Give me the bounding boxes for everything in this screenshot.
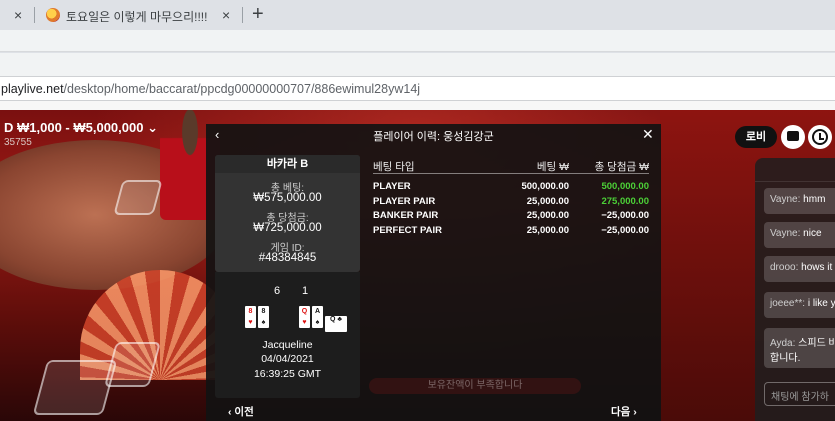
chat-message: joeee**: i like yo [764, 292, 835, 318]
url-text: playlive.net/desktop/home/baccarat/ppcdg… [1, 82, 420, 96]
round-summary: 바카라 B 총 베팅: ₩575,000.00 총 당첨금: ₩725,000.… [215, 155, 360, 272]
chat-message: Vayne: nice [764, 222, 835, 248]
bet-amount: 500,000.00 [521, 181, 569, 192]
new-tab-button[interactable]: + [252, 3, 264, 26]
chat-input[interactable]: 채팅에 참가하 [764, 382, 835, 406]
bet-win: 500,000.00 [601, 181, 649, 192]
table-limits-dropdown[interactable]: D ₩1,000 - ₩5,000,000 ⌄ [4, 120, 158, 136]
table-id: 35755 [4, 137, 32, 148]
table-limits: D ₩1,000 - ₩5,000,000 [4, 120, 144, 135]
history-button[interactable] [808, 125, 832, 149]
history-icon [812, 129, 828, 145]
chat-message: Vayne: hmm [764, 188, 835, 214]
bet-win: 275,000.00 [601, 195, 649, 207]
modal-header: ‹ 플레이어 이력: 웅성김강군 ✕ [206, 124, 661, 146]
banker-third-card: Q ♣ [325, 316, 347, 332]
tab-separator [34, 7, 35, 23]
close-icon[interactable]: ✕ [642, 126, 654, 143]
insufficient-balance-notice: 보유잔액이 부족합니다 [369, 378, 581, 394]
bet-type: PLAYER [373, 181, 411, 192]
col-bet-amount: 베팅 ₩ [536, 161, 569, 173]
player-card: 8 ♠ [258, 306, 269, 328]
bet-amount: 25,000.00 [526, 210, 569, 221]
banker-card: Q ♥ [299, 306, 310, 328]
chevron-right-icon: › [633, 406, 637, 418]
player-history-modal: ‹ 플레이어 이력: 웅성김강군 ✕ 바카라 B 총 베팅: ₩575,000.… [206, 124, 661, 421]
game-id-value: #48384845 [258, 252, 317, 264]
address-bar[interactable]: playlive.net/desktop/home/baccarat/ppcdg… [0, 77, 835, 101]
bet-win: −25,000.00 [601, 210, 649, 221]
round-time: 16:39:25 GMT [253, 368, 322, 380]
chat-message: Ayda: 스피드 바 합니다. [764, 328, 835, 368]
bet-type: BANKER PAIR [373, 210, 439, 221]
chat-button[interactable] [781, 125, 805, 149]
modal-title: 플레이어 이력: 웅성김강군 [373, 131, 494, 143]
round-cards: 6 1 8 ♥ 8 ♠ Q ♥ A ♠ Q ♣ Jacqueline 04/04/202… [215, 272, 360, 398]
tab-separator [242, 7, 243, 23]
table-row: BANKER PAIR 25,000.00 −25,000.00 [373, 208, 649, 223]
total-bet-value: ₩575,000.00 [253, 192, 322, 204]
tab-strip: × 토요일은 이렇게 마무으리!!!! × + [0, 0, 835, 30]
tab-favicon-icon [46, 8, 60, 22]
dealer-name: Jacqueline [262, 339, 313, 351]
player-card: 8 ♥ [245, 306, 256, 328]
round-date: 04/04/2021 [261, 353, 314, 365]
chat-header [755, 158, 835, 182]
bets-table: 베팅 타입 베팅 ₩ 총 당첨금 ₩ PLAYER 500,000.00 500,0… [373, 157, 649, 237]
chevron-down-icon: ⌄ [147, 120, 158, 135]
bets-table-header: 베팅 타입 베팅 ₩ 총 당첨금 ₩ [373, 157, 649, 174]
col-bet-type: 베팅 타입 [373, 161, 415, 173]
bet-amount: 25,000.00 [526, 224, 569, 236]
table-row: PLAYER PAIR 25,000.00 275,000.00 [373, 194, 649, 209]
browser-toolbar [0, 30, 835, 52]
bet-win: −25,000.00 [601, 224, 649, 236]
chat-message: drooo: hows it [764, 256, 835, 282]
table-row: PLAYER 500,000.00 500,000.00 [373, 179, 649, 194]
close-tab-icon[interactable]: × [14, 7, 22, 23]
table-row: PERFECT PAIR 25,000.00 −25,000.00 [373, 223, 649, 238]
game-name: 바카라 B [215, 155, 360, 173]
total-win-value: ₩725,000.00 [253, 222, 322, 234]
tab-title: 토요일은 이렇게 마무으리!!!! [66, 10, 208, 24]
player-score: 6 [274, 285, 281, 297]
bookmarks-bar [0, 53, 835, 77]
url-path: /desktop/home/baccarat/ppcdg00000000707/… [63, 82, 421, 96]
bet-amount: 25,000.00 [526, 195, 569, 207]
close-tab-icon[interactable]: × [222, 7, 230, 23]
col-total-win: 총 당첨금 ₩ [594, 161, 649, 173]
previous-button[interactable]: ‹ 이전 [228, 404, 254, 419]
card-shoe [32, 360, 118, 415]
live-game-view: D ₩1,000 - ₩5,000,000 ⌄ 35755 로비 Vayne: … [0, 110, 835, 421]
page-top-strip [0, 101, 835, 110]
chat-icon [787, 131, 799, 141]
bets-table-body: PLAYER 500,000.00 500,000.00 PLAYER PAIR 25,… [373, 179, 649, 237]
next-button[interactable]: 다음 › [611, 404, 637, 419]
banker-card: A ♠ [312, 306, 323, 328]
banker-score: 1 [302, 285, 309, 297]
browser-tab[interactable]: 토요일은 이렇게 마무으리!!!! × [40, 0, 240, 30]
lobby-button[interactable]: 로비 [735, 126, 777, 148]
chat-panel: Vayne: hmm Vayne: nice drooo: hows it jo… [755, 158, 835, 421]
url-domain: playlive.net [1, 82, 64, 96]
bet-type: PLAYER PAIR [373, 195, 436, 207]
chevron-left-icon: ‹ [228, 406, 232, 418]
bet-type: PERFECT PAIR [373, 224, 442, 236]
